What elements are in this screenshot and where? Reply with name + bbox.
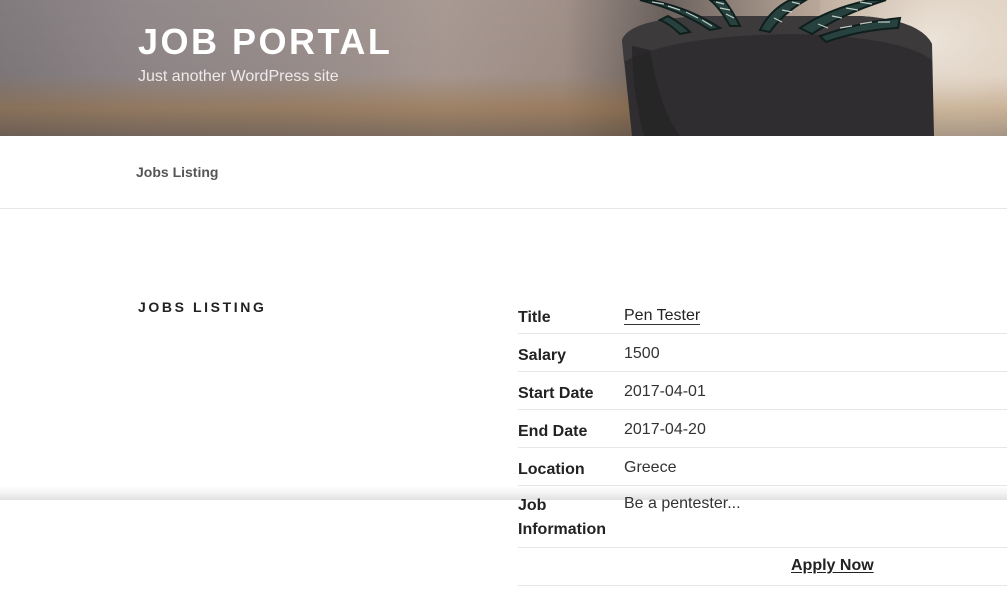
job-field-label: Start Date	[518, 385, 594, 402]
apply-now-link[interactable]: Apply Now	[791, 557, 874, 575]
job-field-value: 2017-04-01	[624, 383, 706, 400]
nav-item-jobs-listing[interactable]: Jobs Listing	[136, 164, 218, 180]
plant-pot-image	[622, 0, 934, 136]
job-field-value: Pen Tester	[624, 306, 701, 326]
job-title-link[interactable]: Pen Tester	[624, 307, 701, 325]
job-row-title: Title Pen Tester	[518, 296, 1007, 334]
job-row-information: Job Information Be a pentester...	[518, 486, 1007, 548]
job-field-label: Title	[518, 309, 551, 326]
job-details-table: Title Pen Tester Salary 1500 Start Date …	[518, 296, 1007, 586]
site-title[interactable]: JOB PORTAL	[138, 22, 392, 62]
job-row-start-date: Start Date 2017-04-01	[518, 372, 1007, 410]
job-field-label: Location	[518, 461, 585, 478]
job-field-value: 1500	[624, 345, 660, 362]
job-field-value: Greece	[624, 459, 677, 476]
page-title: JOBS LISTING	[138, 299, 267, 315]
job-row-location: Location Greece	[518, 448, 1007, 486]
job-field-value: 2017-04-20	[624, 421, 706, 438]
job-row-end-date: End Date 2017-04-20	[518, 410, 1007, 448]
job-field-label: End Date	[518, 423, 588, 440]
job-field-label: Salary	[518, 347, 567, 364]
job-field-value: Be a pentester...	[624, 495, 741, 512]
apply-row: Apply Now	[518, 548, 1007, 586]
job-row-salary: Salary 1500	[518, 334, 1007, 372]
main-navigation: Jobs Listing	[0, 136, 1007, 209]
job-field-label: Job Information	[518, 497, 606, 538]
site-header: JOB PORTAL Just another WordPress site	[0, 0, 1007, 136]
site-tagline: Just another WordPress site	[138, 68, 339, 85]
